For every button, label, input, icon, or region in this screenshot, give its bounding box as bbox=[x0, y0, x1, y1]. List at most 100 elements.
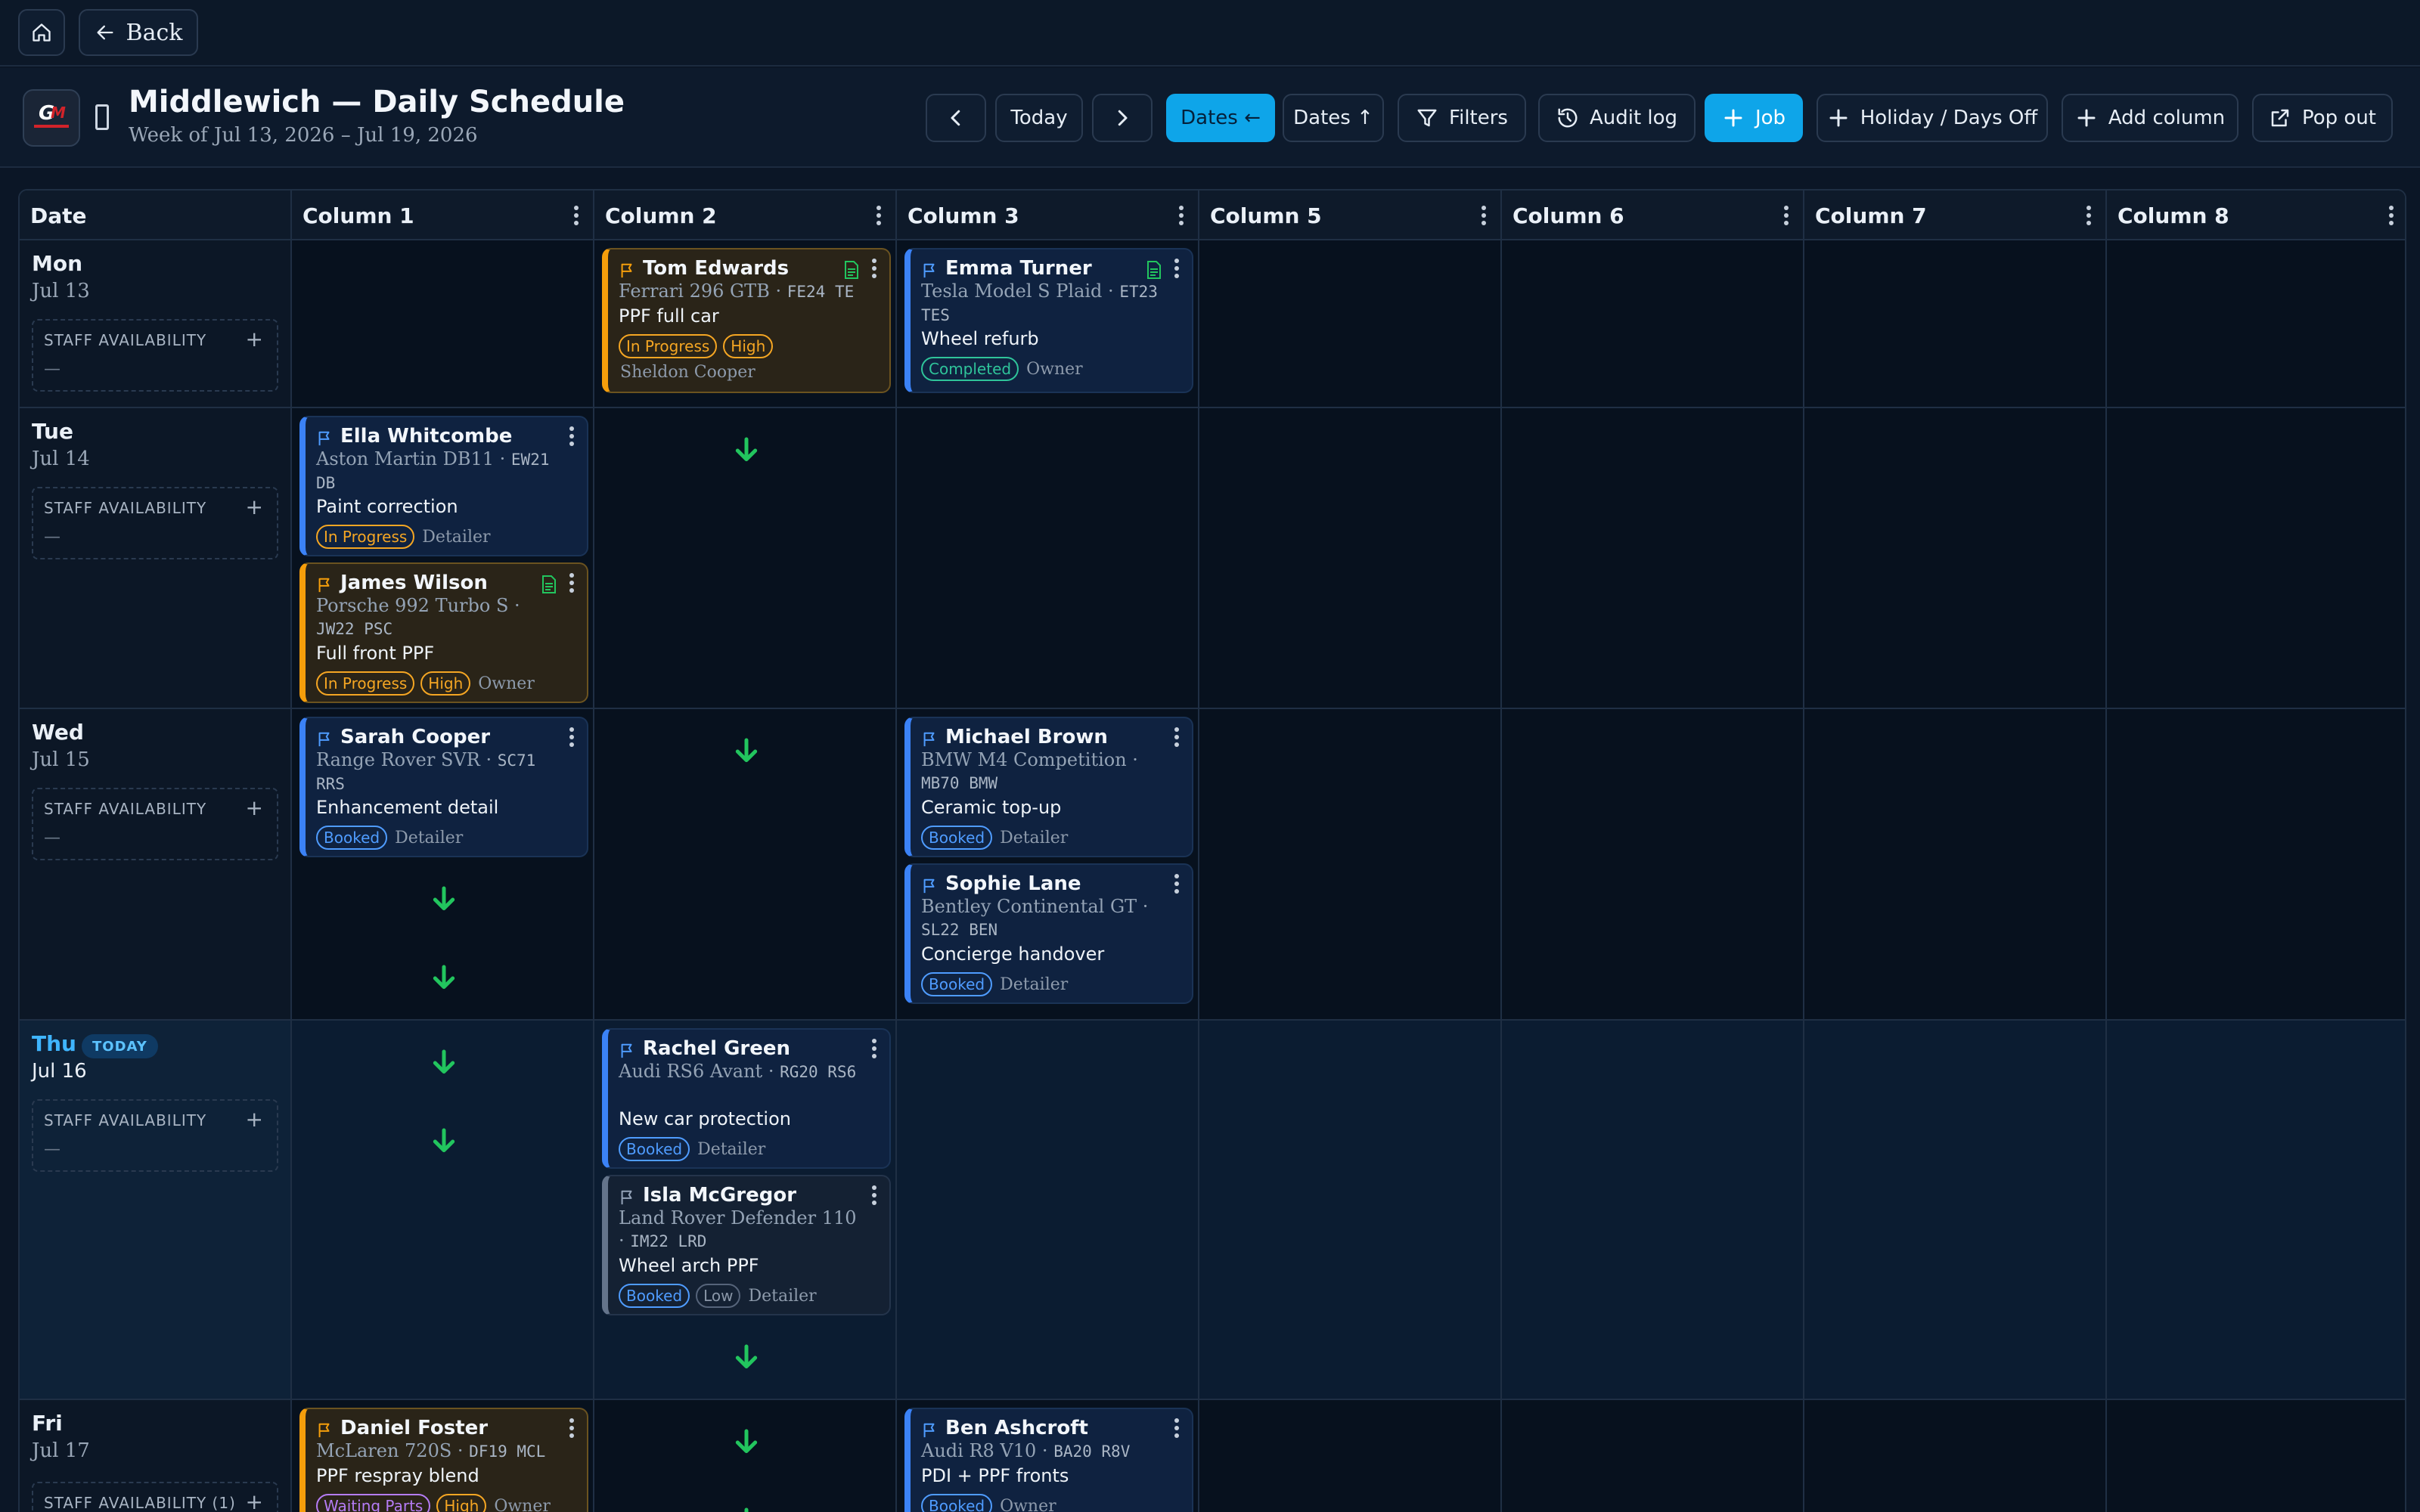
more-vertical-icon[interactable] bbox=[1174, 259, 1180, 278]
job-card[interactable]: Sarah Cooper Range Rover SVR · SC71 RRS … bbox=[299, 717, 588, 857]
more-vertical-icon[interactable] bbox=[871, 1185, 877, 1205]
more-vertical-icon[interactable] bbox=[569, 1418, 575, 1438]
flag-icon[interactable] bbox=[921, 1421, 938, 1439]
more-vertical-icon[interactable] bbox=[1481, 206, 1487, 225]
add-job-button[interactable]: Job bbox=[1705, 94, 1803, 142]
vehicle-reg: JW22 PSC bbox=[316, 620, 393, 638]
job-card[interactable]: Tom Edwards Ferrari 296 GTB · FE24 TE PP… bbox=[602, 248, 891, 393]
more-vertical-icon[interactable] bbox=[1174, 1418, 1180, 1438]
column-label: Column 7 bbox=[1815, 203, 1927, 228]
flag-icon[interactable] bbox=[921, 877, 938, 895]
home-button[interactable] bbox=[18, 9, 65, 56]
flag-icon[interactable] bbox=[316, 730, 333, 748]
back-button[interactable]: Back bbox=[79, 9, 198, 56]
add-staff-icon[interactable]: + bbox=[246, 327, 263, 352]
more-vertical-icon[interactable] bbox=[871, 1039, 877, 1058]
flag-icon[interactable] bbox=[316, 429, 333, 448]
staff-availability[interactable]: STAFF AVAILABILITY (1) + bbox=[32, 1482, 278, 1512]
document-icon[interactable] bbox=[844, 260, 859, 280]
column-label: Column 8 bbox=[2118, 203, 2229, 228]
arrow-down-icon[interactable] bbox=[731, 1343, 762, 1373]
prev-week-button[interactable] bbox=[926, 94, 986, 142]
arrow-down-icon[interactable] bbox=[429, 963, 459, 993]
column-label: Column 3 bbox=[908, 203, 1019, 228]
column-header: Column 6 bbox=[1502, 191, 1804, 240]
flag-icon[interactable] bbox=[316, 576, 333, 594]
job-card[interactable]: Michael Brown BMW M4 Competition · MB70 … bbox=[904, 717, 1193, 857]
plus-icon bbox=[1724, 109, 1742, 127]
flag-icon[interactable] bbox=[921, 262, 938, 280]
more-vertical-icon[interactable] bbox=[876, 206, 882, 225]
date-cell: Tue Jul 14 STAFF AVAILABILITY + — bbox=[20, 408, 292, 708]
flag-icon[interactable] bbox=[921, 730, 938, 748]
job-card[interactable]: Sophie Lane Bentley Continental GT · SL2… bbox=[904, 863, 1193, 1004]
document-icon[interactable] bbox=[541, 575, 557, 594]
holiday-days-off-button[interactable]: Holiday / Days Off bbox=[1817, 94, 2048, 142]
arrow-down-icon[interactable] bbox=[731, 736, 762, 767]
priority-badge: Low bbox=[696, 1284, 741, 1308]
more-vertical-icon[interactable] bbox=[1174, 727, 1180, 747]
job-card[interactable]: James Wilson Porsche 992 Turbo S · JW22 … bbox=[299, 562, 588, 703]
staff-availability[interactable]: STAFF AVAILABILITY + — bbox=[32, 487, 278, 559]
today-button[interactable]: Today bbox=[995, 94, 1083, 142]
add-staff-icon[interactable]: + bbox=[246, 1489, 263, 1512]
arrow-down-icon[interactable] bbox=[731, 1427, 762, 1458]
dates-vertical-button[interactable]: Dates ↑ bbox=[1283, 94, 1384, 142]
column-header: Column 5 bbox=[1199, 191, 1502, 240]
job-card[interactable]: Rachel Green Audi RS6 Avant · RG20 RS6 N… bbox=[602, 1028, 891, 1169]
flag-icon[interactable] bbox=[619, 1188, 635, 1207]
pop-out-button[interactable]: Pop out bbox=[2252, 94, 2393, 142]
column-header: Column 2 bbox=[594, 191, 897, 240]
staff-availability[interactable]: STAFF AVAILABILITY + — bbox=[32, 319, 278, 392]
job-card[interactable]: Ben Ashcroft Audi R8 V10 · BA20 R8V PDI … bbox=[904, 1408, 1193, 1512]
add-column-button[interactable]: Add column bbox=[2062, 94, 2238, 142]
audit-log-button[interactable]: Audit log bbox=[1538, 94, 1696, 142]
add-staff-icon[interactable]: + bbox=[246, 1107, 263, 1132]
service-name: Paint correction bbox=[316, 496, 458, 517]
more-vertical-icon[interactable] bbox=[1783, 206, 1789, 225]
staff-availability[interactable]: STAFF AVAILABILITY + — bbox=[32, 788, 278, 860]
status-badge: Booked bbox=[921, 826, 993, 850]
document-icon[interactable] bbox=[1146, 260, 1162, 280]
more-vertical-icon[interactable] bbox=[569, 426, 575, 446]
next-week-button[interactable] bbox=[1092, 94, 1153, 142]
assignee: Detailer bbox=[697, 1139, 766, 1159]
column-divider bbox=[895, 240, 897, 1512]
more-vertical-icon[interactable] bbox=[1174, 874, 1180, 894]
more-vertical-icon[interactable] bbox=[569, 727, 575, 747]
add-staff-icon[interactable]: + bbox=[246, 494, 263, 519]
more-vertical-icon[interactable] bbox=[2388, 206, 2394, 225]
more-vertical-icon[interactable] bbox=[569, 573, 575, 593]
chevron-left-icon bbox=[951, 110, 960, 126]
column-divider bbox=[593, 240, 594, 1512]
more-vertical-icon[interactable] bbox=[1178, 206, 1184, 225]
staff-availability[interactable]: STAFF AVAILABILITY + — bbox=[32, 1099, 278, 1172]
bookmark-icon[interactable] bbox=[95, 104, 109, 130]
more-vertical-icon[interactable] bbox=[2086, 206, 2092, 225]
priority-badge: High bbox=[436, 1494, 487, 1512]
arrow-down-icon[interactable] bbox=[429, 885, 459, 915]
job-tags: Booked Detailer bbox=[316, 826, 463, 850]
date-column-label: Date bbox=[30, 203, 87, 228]
arrow-down-icon[interactable] bbox=[731, 1506, 762, 1512]
dates-horizontal-button[interactable]: Dates ← bbox=[1166, 94, 1275, 142]
more-vertical-icon[interactable] bbox=[871, 259, 877, 278]
flag-icon[interactable] bbox=[619, 262, 635, 280]
arrow-down-icon[interactable] bbox=[429, 1126, 459, 1157]
flag-icon[interactable] bbox=[619, 1042, 635, 1060]
job-tags: In Progress High Owner bbox=[316, 671, 535, 696]
job-card[interactable]: Ella Whitcombe Aston Martin DB11 · EW21 … bbox=[299, 416, 588, 556]
job-card[interactable]: Emma Turner Tesla Model S Plaid · ET23 T… bbox=[904, 248, 1193, 393]
job-tags: Waiting Parts High Owner bbox=[316, 1494, 551, 1512]
column-label: Column 2 bbox=[605, 203, 717, 228]
add-staff-icon[interactable]: + bbox=[246, 795, 263, 820]
vehicle-model: Aston Martin DB11 · bbox=[316, 448, 506, 469]
filters-button[interactable]: Filters bbox=[1398, 94, 1526, 142]
day-name: Mon bbox=[32, 251, 83, 276]
arrow-down-icon[interactable] bbox=[429, 1048, 459, 1078]
arrow-down-icon[interactable] bbox=[731, 435, 762, 466]
flag-icon[interactable] bbox=[316, 1421, 333, 1439]
job-card[interactable]: Isla McGregor Land Rover Defender 110 · … bbox=[602, 1175, 891, 1315]
more-vertical-icon[interactable] bbox=[573, 206, 579, 225]
job-card[interactable]: Daniel Foster McLaren 720S · DF19 MCL PP… bbox=[299, 1408, 588, 1512]
